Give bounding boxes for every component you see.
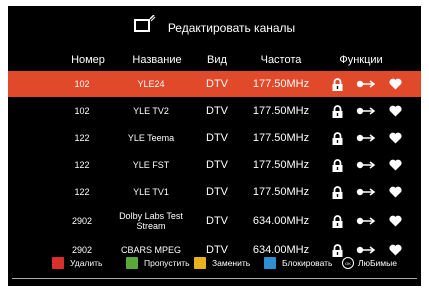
channel-functions	[326, 125, 406, 151]
channel-name: YLE Teema	[127, 133, 175, 143]
column-headers: Номер Название Вид Частота Функции	[8, 54, 421, 70]
channel-type: DTV	[206, 132, 228, 144]
lock-icon[interactable]	[326, 185, 348, 199]
yellow-key-icon	[194, 257, 206, 269]
lock-icon[interactable]	[326, 77, 348, 91]
channel-functions	[326, 71, 406, 97]
channel-number: 122	[74, 133, 90, 143]
channel-type: DTV	[206, 186, 228, 198]
channel-type: DTV	[206, 215, 228, 227]
block-legend[interactable]: Блокировать	[264, 257, 332, 269]
lock-icon[interactable]	[326, 104, 348, 118]
divider	[12, 278, 417, 279]
col-number: Номер	[71, 54, 105, 66]
channel-frequency: 634.00MHz	[252, 215, 310, 227]
favorites-legend[interactable]: OK ЛюБимые	[342, 257, 397, 269]
skip-icon[interactable]	[355, 107, 377, 115]
green-key-icon	[126, 257, 138, 269]
channel-type: DTV	[206, 78, 228, 90]
replace-label: Заменить	[212, 258, 251, 268]
skip-label: Пропустить	[144, 258, 190, 268]
skip-icon[interactable]	[355, 80, 377, 88]
channel-name: YLE24	[137, 79, 165, 89]
channel-name: YLE TV1	[133, 187, 169, 197]
skip-icon[interactable]	[355, 217, 377, 225]
skip-icon[interactable]	[355, 161, 377, 169]
col-type: Вид	[207, 54, 227, 66]
channel-frequency: 177.50MHz	[252, 78, 310, 90]
channel-row[interactable]: 122 YLE FST DTV 177.50MHz	[8, 152, 421, 178]
channel-name: YLE TV2	[133, 106, 169, 116]
channel-functions	[326, 98, 406, 124]
channel-type: DTV	[206, 159, 228, 171]
skip-legend[interactable]: Пропустить	[126, 257, 190, 269]
col-frequency: Частота	[260, 54, 302, 66]
channel-row[interactable]: 122 YLE TV1 DTV 177.50MHz	[8, 179, 421, 205]
channel-name: YLE FST	[132, 160, 170, 170]
heart-icon[interactable]	[384, 186, 406, 198]
heart-icon[interactable]	[384, 105, 406, 117]
channel-frequency: 177.50MHz	[252, 186, 310, 198]
channel-functions	[326, 152, 406, 178]
skip-icon[interactable]	[355, 188, 377, 196]
lock-icon[interactable]	[326, 131, 348, 145]
replace-legend[interactable]: Заменить	[194, 257, 250, 269]
page-title: Редактировать каналы	[167, 21, 296, 35]
red-key-icon	[52, 257, 64, 269]
blue-key-icon	[264, 257, 276, 269]
channel-functions	[326, 206, 406, 236]
channel-row[interactable]: 102 YLE TV2 DTV 177.50MHz	[8, 98, 421, 124]
lock-icon[interactable]	[326, 158, 348, 172]
header: Редактировать каналы	[8, 6, 421, 50]
col-name: Название	[132, 54, 182, 66]
channel-row[interactable]: 102 YLE24 DTV 177.50MHz	[8, 71, 421, 97]
heart-icon[interactable]	[384, 132, 406, 144]
channel-edit-screen: Редактировать каналы Номер Название Вид …	[8, 6, 421, 286]
heart-icon[interactable]	[384, 159, 406, 171]
channel-frequency: 177.50MHz	[252, 132, 310, 144]
channel-number: 122	[74, 187, 90, 197]
channel-frequency: 177.50MHz	[252, 159, 310, 171]
lock-icon[interactable]	[326, 214, 348, 228]
footer-legend: Удалить Пропустить Заменить Блокировать …	[8, 251, 421, 275]
favorites-label: ЛюБимые	[358, 258, 397, 268]
channel-number: 2902	[71, 216, 93, 226]
channel-row[interactable]: 122 YLE Teema DTV 177.50MHz	[8, 125, 421, 151]
ok-button-icon: OK	[342, 257, 354, 269]
channel-row[interactable]: 2902 Dolby Labs Test Stream DTV 634.00MHz	[8, 206, 421, 236]
heart-icon[interactable]	[384, 215, 406, 227]
col-functions: Функции	[339, 54, 383, 66]
block-label: Блокировать	[282, 258, 333, 268]
heart-icon[interactable]	[384, 78, 406, 90]
channel-name: Dolby Labs Test Stream	[119, 211, 183, 231]
delete-label: Удалить	[70, 258, 103, 268]
channel-number: 122	[74, 160, 90, 170]
channel-type: DTV	[206, 105, 228, 117]
delete-legend[interactable]: Удалить	[52, 257, 102, 269]
channel-number: 102	[74, 106, 90, 116]
tv-edit-icon	[133, 15, 156, 33]
channel-list: 102 YLE24 DTV 177.50MHz 102 YLE TV2 DTV 177.50M…	[8, 71, 421, 264]
channel-frequency: 177.50MHz	[252, 105, 310, 117]
channel-number: 102	[74, 79, 90, 89]
channel-functions	[326, 179, 406, 205]
skip-icon[interactable]	[355, 134, 377, 142]
